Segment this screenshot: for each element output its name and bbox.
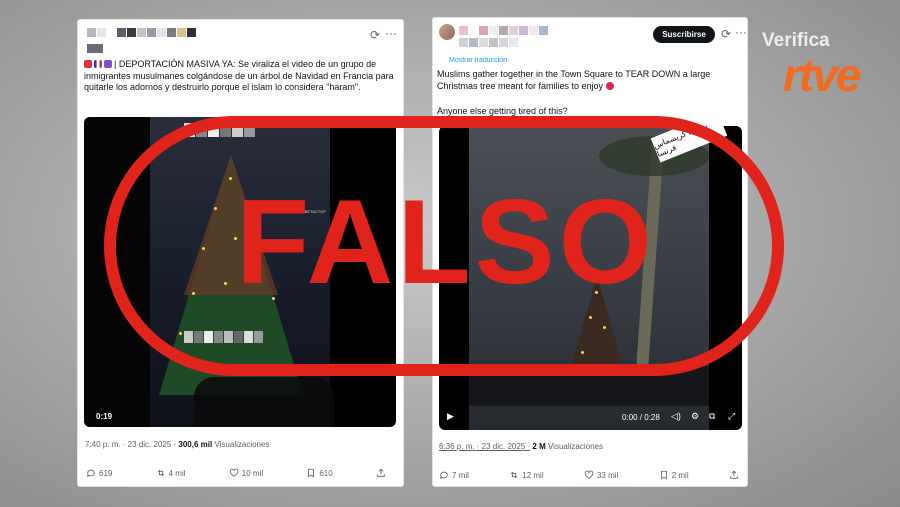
video-time: 0:00 / 0:28 (622, 413, 660, 422)
bookmark-button[interactable]: 2 mil (659, 470, 689, 480)
c-emoji (104, 60, 112, 68)
post-text: Muslims gather together in the Town Squa… (437, 69, 711, 91)
like-icon (229, 468, 238, 477)
action-bar: 7 mil 12 mil 33 mil 2 mil (439, 470, 739, 480)
right-post-card: Suscribirse ⟳ ··· Mostrar traducción Mus… (432, 17, 748, 487)
subscribe-button[interactable]: Suscribirse (653, 26, 715, 43)
play-icon[interactable]: ▶ (447, 411, 454, 422)
post-text: | DEPORTACIÓN MASIVA YA: Se viraliza el … (84, 59, 394, 92)
repost-button[interactable]: 4 mil (156, 468, 186, 478)
reply-button[interactable]: 619 (86, 468, 112, 478)
post-text-2: Anyone else getting tired of this? (437, 106, 568, 116)
share-button[interactable] (729, 470, 739, 480)
like-button[interactable]: 33 mil (584, 470, 618, 480)
repost-icon (511, 471, 518, 479)
author-name-pixelated (459, 26, 548, 35)
share-button[interactable] (376, 468, 386, 478)
brand-rtve-logo: rtve (783, 49, 861, 101)
post-date[interactable]: 7:40 p. m. · 23 dic. 2025 · (85, 440, 176, 449)
left-post-video[interactable]: @INTI.MAJIDBETACTOP 0:19 (84, 117, 396, 427)
reply-button[interactable]: 7 mil (439, 470, 469, 480)
avatar[interactable] (439, 24, 455, 40)
grok-icon[interactable]: ⟳ (370, 28, 380, 42)
author-name-pixelated (87, 28, 196, 37)
volume-icon[interactable]: ◁) (671, 411, 681, 422)
author-handle-pixelated (459, 38, 518, 47)
pip-icon[interactable]: ⧉ (709, 411, 715, 422)
video-watermark: @INTI.MAJIDBETACTOP (280, 209, 326, 214)
author-handle-pixelated (87, 44, 103, 53)
crowd (469, 366, 709, 406)
reply-icon (87, 469, 95, 478)
views-count: 300,6 mil (178, 440, 213, 449)
like-button[interactable]: 10 mil (229, 468, 263, 478)
post-emojis (84, 60, 112, 68)
repost-icon (157, 469, 164, 477)
post-date[interactable]: 6:36 p. m. · 23 dic. 2025 · (439, 442, 530, 451)
crowd (194, 377, 334, 427)
reply-icon (440, 471, 448, 480)
share-icon (377, 468, 385, 477)
repost-button[interactable]: 12 mil (509, 470, 544, 480)
like-icon (584, 470, 594, 479)
views-count: 2 M (532, 442, 546, 451)
bookmark-icon (660, 470, 667, 480)
bookmark-icon (308, 468, 315, 478)
france-flag-emoji (94, 60, 102, 68)
action-bar: 619 4 mil 10 mil 610 (86, 468, 386, 478)
grok-icon[interactable]: ⟳ (721, 27, 731, 41)
angry-face-emoji (605, 81, 614, 90)
pixelated-overlay-top (184, 123, 255, 137)
bookmark-button[interactable]: 610 (306, 468, 333, 478)
views-label: Visualizaciones (214, 440, 270, 449)
show-translation-link[interactable]: Mostrar traducción (449, 57, 507, 64)
right-post-video[interactable]: شجرة كريسماس فرنسا ▶ 0:00 / 0:28 ◁) ⚙ ⧉ … (439, 126, 742, 430)
fullscreen-icon[interactable]: ⤢ (728, 411, 735, 422)
settings-icon[interactable]: ⚙ (691, 411, 699, 422)
views-label: Visualizaciones (547, 442, 603, 451)
christmas-tree (571, 276, 623, 366)
post-meta: 6:36 p. m. · 23 dic. 2025 · 2 M Visualiz… (439, 442, 603, 451)
more-icon[interactable]: ··· (735, 25, 747, 39)
siren-emoji (84, 60, 92, 68)
more-icon[interactable]: ··· (385, 26, 397, 40)
video-duration: 0:19 (96, 412, 113, 421)
pixelated-overlay-bottom (184, 331, 263, 343)
left-post-card: ⟳ ··· | DEPORTACIÓN MASIVA YA: Se virali… (77, 19, 404, 487)
post-meta: 7:40 p. m. · 23 dic. 2025 · 300,6 mil Vi… (85, 440, 269, 449)
share-icon (730, 470, 738, 479)
